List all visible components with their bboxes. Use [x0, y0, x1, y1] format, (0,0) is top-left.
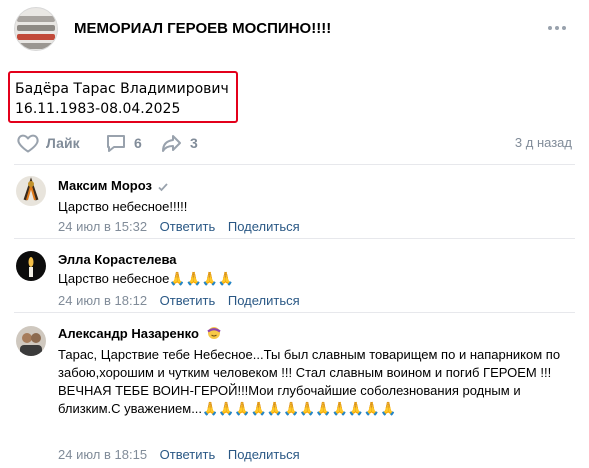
share-arrow-icon: [162, 135, 181, 152]
avatar[interactable]: [16, 251, 46, 281]
comment-author[interactable]: Максим Мороз: [58, 178, 169, 193]
comment-text: Тарас, Царствие тебе Небесное...Ты был с…: [58, 347, 561, 416]
post-actions: Лайк 6 3 3 д назад: [0, 130, 589, 156]
share-comment-button[interactable]: Поделиться: [228, 293, 300, 308]
comment-meta: 24 июл в 18:15 Ответить Поделиться: [58, 447, 309, 462]
comment-time[interactable]: 24 июл в 18:15: [58, 447, 147, 462]
avatar[interactable]: [16, 176, 46, 206]
comments-button[interactable]: 6: [104, 130, 142, 156]
post-header: МЕМОРИАЛ ГЕРОЕВ МОСПИНО!!!!: [0, 0, 589, 64]
post-time[interactable]: 3 д назад: [515, 135, 572, 150]
smile-emoji-icon: [206, 326, 221, 343]
post-person-name: Бадёра Тарас Владимирович: [15, 81, 229, 97]
group-avatar[interactable]: [14, 7, 58, 51]
comment-text: Царство небесное🙏🙏🙏🙏: [58, 271, 235, 286]
comment-author[interactable]: Александр Назаренко: [58, 326, 221, 343]
like-label: Лайк: [46, 135, 80, 151]
divider: [14, 164, 575, 165]
comment-text: Царство небесное!!!!!: [58, 199, 188, 214]
share-button[interactable]: 3: [160, 130, 198, 156]
comment-bubble-icon: [107, 135, 125, 152]
comment-time[interactable]: 24 июл в 15:32: [58, 219, 147, 234]
reply-button[interactable]: Ответить: [160, 219, 216, 234]
heart-icon: [17, 134, 39, 153]
comments-count: 6: [134, 135, 142, 151]
more-dots-icon[interactable]: [544, 18, 570, 38]
like-button[interactable]: Лайк: [16, 130, 80, 156]
avatar[interactable]: [16, 326, 46, 356]
comment-author[interactable]: Элла Корастелева: [58, 252, 177, 267]
share-comment-button[interactable]: Поделиться: [228, 219, 300, 234]
divider: [14, 312, 575, 313]
author-name: Александр Назаренко: [58, 326, 199, 341]
comment-meta: 24 июл в 15:32 Ответить Поделиться: [58, 219, 309, 234]
author-name: Максим Мороз: [58, 178, 152, 193]
comment-meta: 24 июл в 18:12 Ответить Поделиться: [58, 293, 309, 308]
share-comment-button[interactable]: Поделиться: [228, 447, 300, 462]
post-dates: 16.11.1983-08.04.2025: [15, 101, 181, 117]
shares-count: 3: [190, 135, 198, 151]
reply-button[interactable]: Ответить: [160, 447, 216, 462]
checkmark-icon: [158, 182, 168, 191]
comment-time[interactable]: 24 июл в 18:12: [58, 293, 147, 308]
divider: [14, 238, 575, 239]
post-text: Бадёра Тарас Владимирович 16.11.1983-08.…: [15, 79, 229, 119]
group-title[interactable]: МЕМОРИАЛ ГЕРОЕВ МОСПИНО!!!!: [74, 20, 331, 37]
reply-button[interactable]: Ответить: [160, 293, 216, 308]
